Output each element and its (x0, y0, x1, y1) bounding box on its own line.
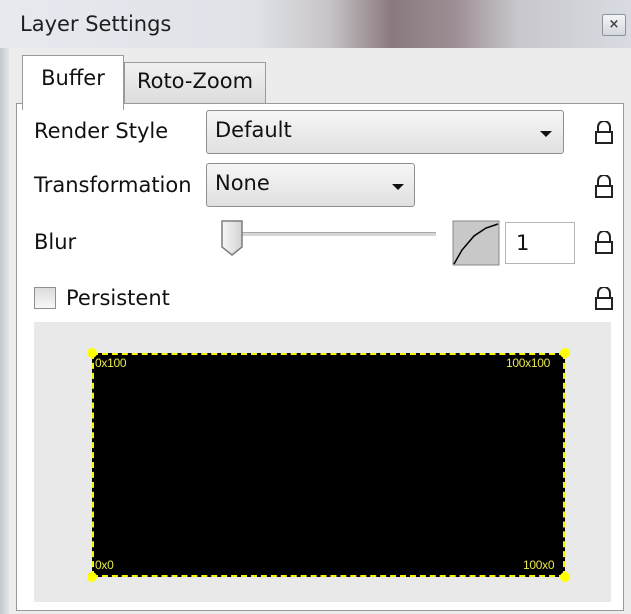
buffer-preview-rect[interactable] (92, 353, 565, 577)
blur-slider-thumb[interactable] (220, 219, 244, 257)
lock-icon[interactable] (593, 175, 615, 199)
persistent-checkbox[interactable] (34, 287, 56, 309)
lock-icon[interactable] (593, 231, 615, 255)
blur-label: Blur (34, 230, 77, 254)
handle-top-right[interactable] (560, 348, 570, 358)
corner-label-bottom-left: 0x0 (95, 558, 114, 572)
tab-roto-zoom[interactable]: Roto-Zoom (124, 62, 266, 104)
window-title: Layer Settings (20, 12, 172, 36)
handle-bottom-right[interactable] (560, 572, 570, 582)
value-curve-icon[interactable] (452, 220, 500, 266)
window-left-edge (0, 48, 9, 614)
close-button[interactable]: × (602, 14, 626, 36)
transformation-label: Transformation (34, 173, 192, 197)
handle-bottom-left[interactable] (87, 572, 97, 582)
lock-icon[interactable] (593, 287, 615, 311)
chevron-down-icon (540, 131, 552, 137)
corner-label-top-left: 0x100 (95, 356, 127, 370)
render-style-value: Default (215, 118, 292, 142)
transformation-select[interactable]: None (206, 163, 415, 207)
chevron-down-icon (392, 184, 404, 190)
layer-settings-window: Layer Settings × Roto-Zoom Buffer Render… (0, 0, 631, 614)
tab-buffer[interactable]: Buffer (22, 55, 124, 110)
title-bar[interactable]: Layer Settings × (0, 0, 631, 48)
blur-value-input[interactable] (505, 222, 575, 264)
render-style-label: Render Style (34, 119, 169, 143)
corner-label-bottom-right: 100x0 (523, 558, 555, 572)
blur-slider-track[interactable] (224, 232, 436, 237)
corner-label-top-right: 100x100 (506, 356, 550, 370)
lock-icon[interactable] (593, 121, 615, 145)
transformation-value: None (215, 171, 270, 195)
render-style-select[interactable]: Default (206, 110, 564, 154)
persistent-label: Persistent (66, 286, 170, 310)
